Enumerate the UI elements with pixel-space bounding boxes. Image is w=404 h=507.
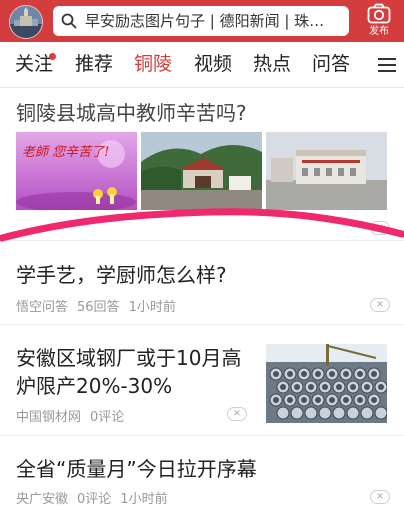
thumb-school-building[interactable] [266,132,387,210]
tab-follow[interactable]: 关注 [15,42,53,86]
avatar-image [10,6,42,38]
news-title-line-2[interactable]: 炉限产20%-30% [16,372,172,400]
dismiss-button[interactable]: ✕ [370,298,390,312]
comment-count: 0评论 [90,410,125,425]
menu-icon[interactable] [378,57,396,73]
publish-button[interactable]: 发布 [362,3,396,41]
news-card[interactable]: 安徽区域钢厂或于10月高 炉限产20%-30% 中国钢材网 0评论 ✕ [0,325,404,436]
tab-qa[interactable]: 问答 [312,42,350,86]
news-card[interactable]: 学手艺，学厨师怎么样? 悟空问答 56回答 1小时前 ✕ [0,241,404,325]
thumb-school-gate[interactable] [141,132,262,210]
unread-dot [49,53,56,60]
news-title[interactable]: 全省“质量月”今日拉开序幕 [16,455,257,483]
avatar[interactable] [9,5,43,39]
school-building-image [266,132,387,210]
camera-icon [367,3,391,24]
news-title[interactable]: 学手艺，学厨师怎么样? [16,261,227,289]
top-bar: 早安励志图片句子 | 德阳新闻 | 珠… 发布 [0,0,404,42]
tab-recommend[interactable]: 推荐 [75,42,113,86]
news-source: 中国钢材网 [16,410,82,425]
search-icon [61,13,77,29]
dismiss-button[interactable]: ✕ [370,490,390,504]
news-meta: 央广安徽 0评论 1小时前 [16,488,177,507]
publish-label: 发布 [369,26,389,37]
tab-hot[interactable]: 热点 [253,42,291,86]
news-title[interactable]: 铜陵县城高中教师辛苦吗? [16,99,247,127]
dismiss-button[interactable]: ✕ [227,407,247,421]
dismiss-button[interactable]: ✕ [370,221,390,235]
steel-pipes-image [266,344,387,423]
tab-video[interactable]: 视频 [194,42,232,86]
thumb-steel-pipes[interactable] [266,344,387,423]
news-time: 1小时前 [128,300,176,315]
news-title-line-1[interactable]: 安徽区域钢厂或于10月高 [16,344,241,372]
teacher-greeting-image: 老師 您辛苦了! [16,132,137,210]
school-gate-image [141,132,262,210]
channel-tabs: 关注 推荐 铜陵 视频 热点 问答 [0,42,404,88]
tab-tongling[interactable]: 铜陵 [134,42,172,86]
thumb-teacher-card[interactable]: 老師 您辛苦了! [16,132,137,210]
news-meta: 中国钢材网 0评论 [16,406,133,425]
news-card[interactable]: 铜陵县城高中教师辛苦吗? 老師 您辛苦了! ✕ [0,88,404,241]
search-box[interactable]: 早安励志图片句子 | 德阳新闻 | 珠… [53,6,349,36]
news-card[interactable]: 全省“质量月”今日拉开序幕 央广安徽 0评论 1小时前 ✕ [0,436,404,507]
answer-count: 56回答 [77,300,120,315]
news-source: 悟空问答 [16,300,69,315]
greeting-caption: 老師 您辛苦了! [22,145,109,160]
search-suggestion-text[interactable]: 早安励志图片句子 | 德阳新闻 | 珠… [85,6,343,36]
news-meta: 悟空问答 56回答 1小时前 [16,296,185,315]
news-feed: 铜陵县城高中教师辛苦吗? 老師 您辛苦了! ✕ 学手艺，学厨师怎么样? 悟空问答… [0,88,404,507]
